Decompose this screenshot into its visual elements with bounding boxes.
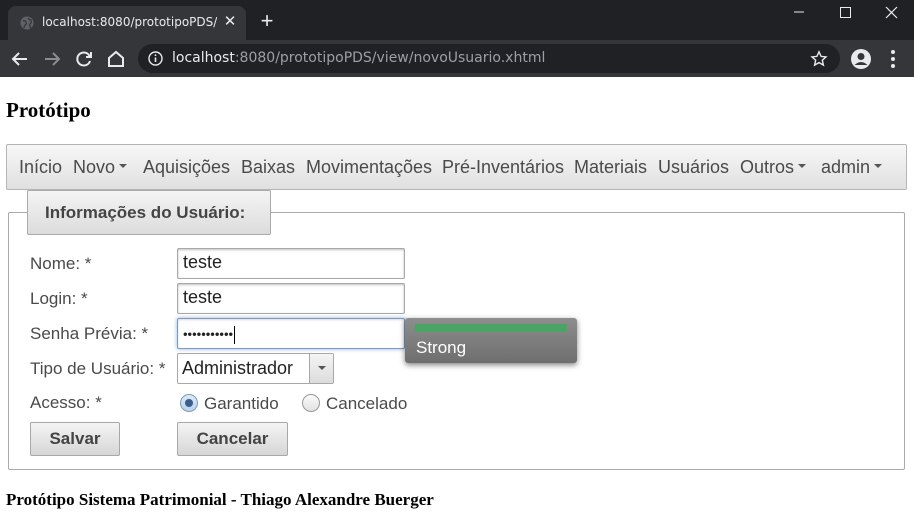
tipo-usuario-select[interactable]: Administrador [177,353,334,384]
menu-novo-label: Novo [73,157,116,177]
password-strength-label: Strong [416,338,467,357]
caret-down-icon [798,164,807,169]
password-strength-fill [415,324,567,332]
senha-value: ••••••••••• [183,326,234,342]
login-input[interactable]: teste [177,283,405,314]
window-close-icon[interactable] [868,0,914,28]
browser-toolbar: localhost:8080/prototipoPDS/view/novoUsu… [0,40,914,77]
menu-usuarios[interactable]: Usuários [658,157,729,178]
back-arrow-icon[interactable] [7,46,33,72]
url-host: localhost [172,50,235,66]
reload-icon[interactable] [71,46,97,72]
login-value: teste [183,287,223,307]
menu-movimentacoes[interactable]: Movimentações [306,157,432,178]
menu-novo[interactable]: Novo [73,157,128,178]
bookmark-star-icon[interactable] [810,50,828,68]
menu-pre-inventarios[interactable]: Pré-Inventários [442,157,564,178]
tipo-usuario-label: Tipo de Usuário: * [30,359,166,378]
url-text: localhost:8080/prototipoPDS/view/novoUsu… [172,50,545,66]
text-cursor [234,326,236,344]
new-tab-button[interactable]: + [256,10,278,32]
close-tab-icon[interactable]: ✕ [222,14,238,30]
login-label: Login: * [30,289,88,308]
more-vert-icon[interactable] [886,48,900,70]
account-icon[interactable] [850,48,872,70]
radio-cancelado-label[interactable]: Cancelado [326,394,407,414]
acesso-label: Acesso: * [30,393,102,412]
url-path: :8080/prototipoPDS/view/novoUsuario.xhtm… [234,50,546,66]
salvar-button[interactable]: Salvar [30,422,120,456]
caret-down-icon [874,164,883,169]
tab-title: localhost:8080/prototipoPDS/view/novoUsu… [42,15,217,29]
dropdown-trigger[interactable] [309,354,333,383]
page-title: Protótipo [6,98,91,122]
senha-label: Senha Prévia: * [30,324,149,343]
nome-value: teste [183,252,223,272]
page-footer: Protótipo Sistema Patrimonial - Thiago A… [6,490,434,509]
tipo-usuario-value: Administrador [182,358,294,378]
maximize-icon[interactable] [822,0,868,28]
password-strength-popup: Strong [405,318,577,363]
nome-label: Nome: * [30,254,92,273]
radio-garantido[interactable] [180,394,198,412]
radio-cancelado[interactable] [302,394,320,412]
browser-tab[interactable]: localhost:8080/prototipoPDS/view/novoUsu… [8,6,246,40]
cancelar-button[interactable]: Cancelar [177,422,288,456]
globe-icon [20,16,34,30]
menu-baixas[interactable]: Baixas [241,157,295,178]
menu-aquisicoes[interactable]: Aquisições [143,157,230,178]
radio-garantido-label[interactable]: Garantido [204,394,279,414]
menu-outros[interactable]: Outros [740,157,807,178]
chevron-down-icon [318,366,326,370]
menu-outros-label: Outros [740,157,795,177]
address-bar[interactable]: localhost:8080/prototipoPDS/view/novoUsu… [138,44,840,73]
menu-inicio[interactable]: Início [19,157,62,178]
nome-input[interactable]: teste [177,248,405,279]
password-strength-meter [415,324,567,332]
legend-label: Informações do Usuário: [45,203,246,222]
menu-admin[interactable]: admin [821,157,883,178]
main-menubar: Início Novo Aquisições Baixas Movimentaç… [6,144,907,190]
menu-admin-label: admin [821,157,871,177]
user-info-legend[interactable]: Informações do Usuário: [27,190,271,235]
home-icon[interactable] [103,46,129,72]
info-icon[interactable] [148,51,163,66]
senha-password-input[interactable]: ••••••••••• [177,318,405,349]
menu-materiais[interactable]: Materiais [574,157,647,178]
forward-arrow-icon[interactable] [39,46,65,72]
browser-titlebar: localhost:8080/prototipoPDS/view/novoUsu… [0,0,914,40]
minimize-icon[interactable] [776,0,822,28]
caret-down-icon [119,164,128,169]
